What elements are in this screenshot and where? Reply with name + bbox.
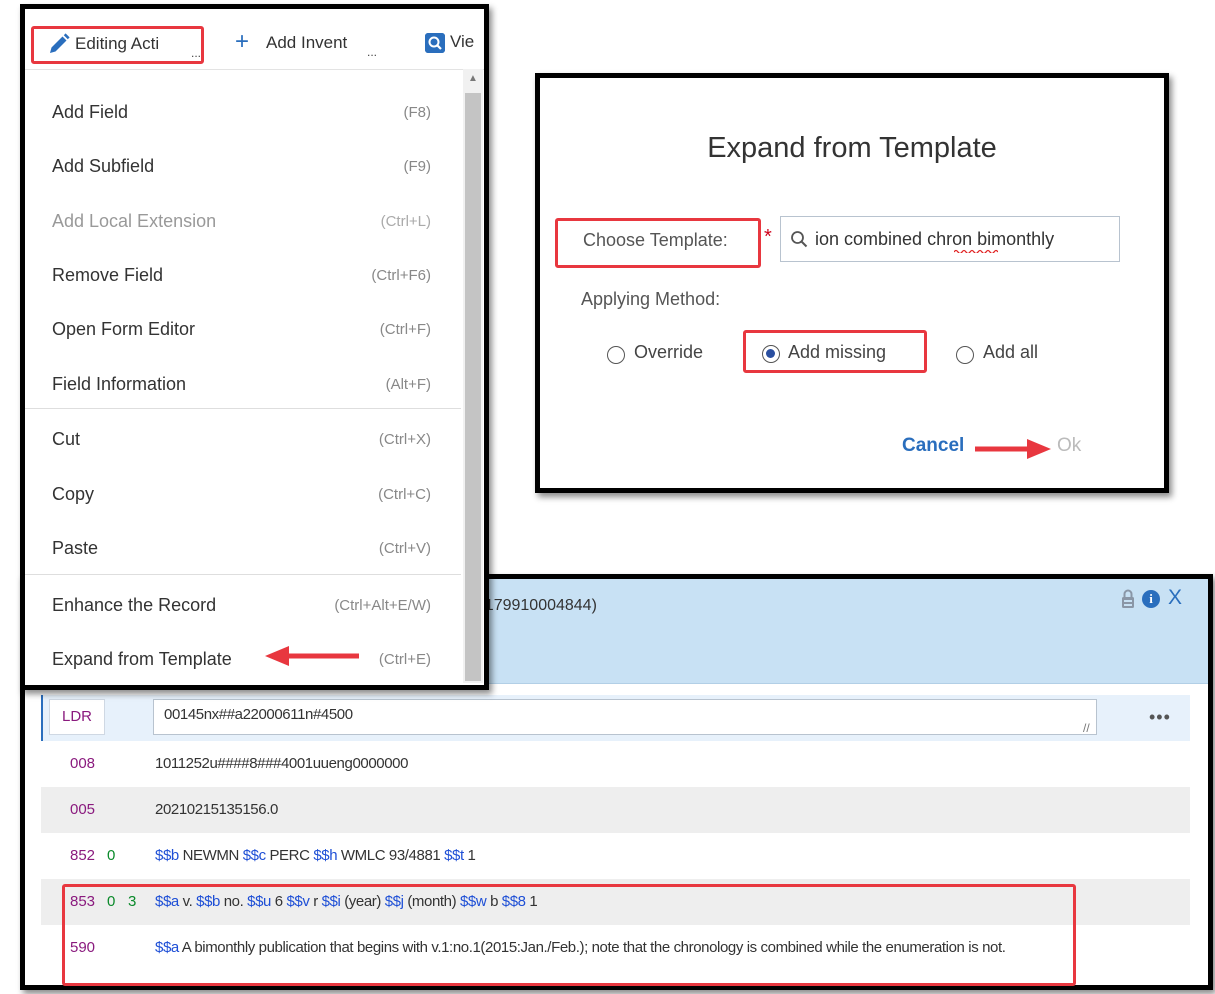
menu-divider — [25, 408, 461, 409]
menu-item-label: Expand from Template — [52, 649, 232, 669]
editing-actions-menu: Add Field (F8) Add Subfield (F9) Add Local E… — [25, 72, 461, 682]
menu-item-shortcut: (F8) — [403, 104, 432, 121]
menu-item-shortcut: (Ctrl+E) — [378, 651, 431, 668]
menu-item-shortcut: (Ctrl+L) — [380, 213, 431, 230]
cancel-button[interactable]: Cancel — [902, 435, 964, 457]
add-inventory-more: ... — [367, 45, 378, 59]
menu-item-label: Open Form Editor — [52, 319, 196, 339]
add-missing-label[interactable]: Add missing — [788, 342, 886, 363]
menu-item-label: Enhance the Record — [52, 595, 217, 615]
subfield-value: 1 — [463, 847, 476, 864]
added-fields-highlight — [62, 884, 1076, 986]
menu-item-cut[interactable]: Cut (Ctrl+X) — [25, 413, 461, 467]
menu-item-field-information[interactable]: Field Information (Alt+F) — [25, 358, 461, 412]
marc-field-row-852[interactable]: 852 0 $$b NEWMN $$c PERC $$h WMLC 93/4881 … — [41, 833, 1190, 879]
marc-field-row-005[interactable]: 005 20210215135156.0 — [41, 787, 1190, 833]
menu-item-add-subfield[interactable]: Add Subfield (F9) — [25, 140, 461, 194]
add-missing-radio[interactable] — [762, 345, 780, 363]
search-icon — [791, 231, 808, 248]
menu-item-add-field[interactable]: Add Field (F8) — [25, 86, 461, 140]
scrollbar-thumb[interactable] — [465, 93, 481, 681]
pencil-icon — [50, 33, 70, 53]
plus-icon[interactable]: + — [235, 28, 249, 56]
editing-actions-panel: Editing Acti ... + Add Invent ... Vie Ad… — [20, 4, 489, 690]
menu-item-open-form-editor[interactable]: Open Form Editor (Ctrl+F) — [25, 303, 461, 357]
menu-item-enhance-the-record[interactable]: Enhance the Record (Ctrl+Alt+E/W) — [25, 579, 461, 633]
ldr-row: LDR 00145nx##a22000611n#4500 // ••• — [41, 695, 1190, 741]
resize-handle-icon[interactable]: // — [1083, 721, 1090, 735]
menu-item-label: Cut — [52, 429, 81, 449]
field-tag: 008 — [70, 755, 96, 772]
menu-item-label: Add Field — [52, 102, 129, 122]
choose-template-label: Choose Template: — [583, 230, 728, 250]
menu-item-shortcut: (Ctrl+F6) — [371, 267, 431, 284]
ok-button[interactable]: Ok — [1057, 435, 1081, 457]
subfield-value: 1011252u####8###4001uueng0000000 — [155, 755, 409, 772]
subfield-code: $$b — [155, 847, 179, 864]
view-search-icon[interactable] — [425, 33, 445, 53]
field-content: 1011252u####8###4001uueng0000000 — [155, 755, 408, 772]
active-row-indicator — [41, 695, 43, 741]
editing-actions-label: Editing Acti — [75, 34, 160, 53]
more-options-icon[interactable]: ••• — [1149, 707, 1171, 728]
expand-template-dialog: Expand from Template Choose Template: * … — [535, 73, 1169, 493]
menu-item-shortcut: (Ctrl+Alt+E/W) — [334, 597, 431, 614]
ldr-value-field[interactable]: 00145nx##a22000611n#4500 — [153, 699, 1097, 735]
menu-item-expand-from-template[interactable]: Expand from Template (Ctrl+E) — [25, 633, 461, 687]
required-indicator: * — [764, 226, 772, 248]
marc-field-row-008[interactable]: 008 1011252u####8###4001uueng0000000 — [41, 741, 1190, 787]
editing-actions-button[interactable]: Editing Acti ... — [31, 26, 204, 64]
editing-actions-more: ... — [191, 46, 202, 60]
override-radio[interactable] — [607, 346, 625, 364]
dialog-title: Expand from Template — [707, 132, 997, 164]
subfield-value: WMLC 93/4881 — [337, 847, 445, 864]
menu-item-paste[interactable]: Paste (Ctrl+V) — [25, 522, 461, 576]
template-search-value: ion combined chron bimonthly — [815, 229, 1055, 249]
menu-item-shortcut: (F9) — [403, 158, 432, 175]
subfield-code: $$t — [444, 847, 464, 864]
override-label[interactable]: Override — [634, 342, 703, 363]
menu-item-add-local-extension: Add Local Extension (Ctrl+L) — [25, 195, 461, 249]
menu-item-shortcut: (Ctrl+F) — [379, 321, 431, 338]
spellcheck-underline — [954, 249, 998, 253]
editor-toolbar: Editing Acti ... + Add Invent ... Vie — [25, 9, 484, 70]
menu-item-copy[interactable]: Copy (Ctrl+C) — [25, 468, 461, 522]
close-icon[interactable]: X — [1168, 586, 1182, 610]
field-content: 20210215135156.0 — [155, 801, 278, 818]
field-tag: 005 — [70, 801, 96, 818]
subfield-value: PERC — [265, 847, 314, 864]
add-inventory-button[interactable]: Add Invent — [266, 33, 347, 53]
pointer-arrow-icon — [265, 646, 359, 666]
lock-icon[interactable] — [1121, 589, 1135, 609]
subfield-value: 20210215135156.0 — [155, 801, 278, 818]
add-all-label[interactable]: Add all — [983, 342, 1038, 363]
menu-item-label: Add Local Extension — [52, 211, 217, 231]
menu-item-label: Remove Field — [52, 265, 164, 285]
menu-item-label: Copy — [52, 484, 95, 504]
field-tag: 852 — [70, 847, 96, 864]
ldr-tag[interactable]: LDR — [49, 699, 105, 735]
scroll-up-icon[interactable]: ▲ — [463, 73, 483, 87]
add-all-radio[interactable] — [956, 346, 974, 364]
menu-item-remove-field[interactable]: Remove Field (Ctrl+F6) — [25, 249, 461, 303]
menu-divider — [25, 574, 461, 575]
info-icon[interactable]: i — [1142, 590, 1160, 608]
pointer-arrow-icon — [975, 439, 1051, 459]
menu-item-label: Field Information — [52, 374, 187, 394]
view-button[interactable]: Vie — [450, 32, 474, 52]
menu-item-label: Add Subfield — [52, 156, 155, 176]
subfield-code: $$c — [242, 847, 266, 864]
field-content: $$b NEWMN $$c PERC $$h WMLC 93/4881 $$t … — [155, 847, 476, 864]
menu-item-shortcut: (Ctrl+X) — [378, 431, 431, 448]
subfield-code: $$h — [313, 847, 338, 864]
menu-item-shortcut: (Alt+F) — [385, 376, 431, 393]
menu-item-shortcut: (Ctrl+V) — [378, 540, 431, 557]
applying-method-label: Applying Method: — [581, 289, 721, 309]
subfield-value: NEWMN — [178, 847, 243, 864]
indicator-1: 0 — [107, 847, 116, 864]
menu-item-shortcut: (Ctrl+C) — [378, 486, 431, 503]
menu-item-label: Paste — [52, 538, 99, 558]
